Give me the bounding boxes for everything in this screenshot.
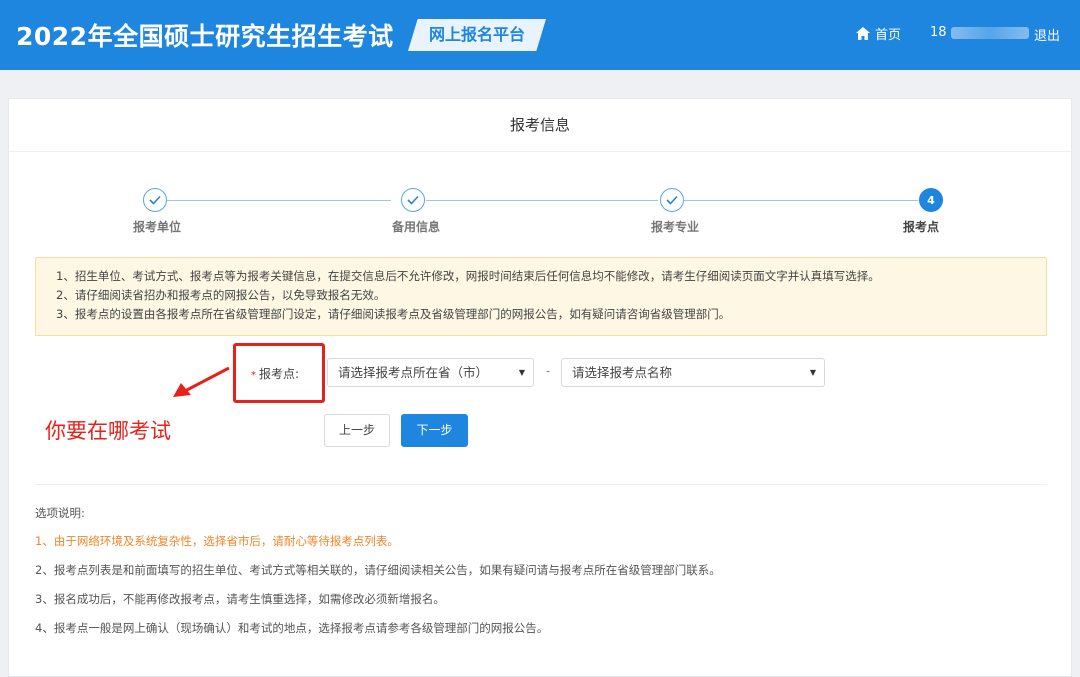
annotation-text: 你要在哪考试 bbox=[45, 419, 171, 443]
step-connector bbox=[426, 200, 658, 201]
user-id-redacted bbox=[950, 26, 1029, 39]
select-separator: - bbox=[546, 364, 551, 378]
site-select[interactable]: 请选择报考点名称 ▼ bbox=[561, 358, 825, 387]
step-2-check-icon bbox=[401, 188, 425, 212]
user-id-prefix: 18 bbox=[930, 25, 947, 40]
step-connector bbox=[684, 200, 918, 201]
registration-card: 报考信息 4 报考单位 备用信息 报考专业 报考点 1、招生单位、考试方式、报考… bbox=[8, 98, 1072, 677]
home-icon bbox=[856, 27, 870, 40]
province-select[interactable]: 请选择报考点所在省（市） ▼ bbox=[327, 358, 534, 387]
step-label-unit: 报考单位 bbox=[132, 220, 181, 234]
option-item: 2、报考点列表是和前面填写的招生单位、考试方式等相关联的，请仔细阅读相关公告，如… bbox=[35, 563, 721, 577]
platform-label: 网上报名平台 bbox=[428, 25, 525, 44]
step-label-major: 报考专业 bbox=[650, 220, 699, 234]
site-field-label: * 报考点: bbox=[251, 365, 299, 382]
logout-link[interactable]: 退出 bbox=[1034, 25, 1060, 44]
section-divider bbox=[35, 484, 1047, 485]
site-select-value: 请选择报考点名称 bbox=[572, 365, 673, 380]
notice-line: 3、报考点的设置由各报考点所在省级管理部门设定，请仔细阅读报考点及省级管理部门的… bbox=[56, 307, 731, 321]
option-item: 1、由于网络环境及系统复杂性，选择省市后，请耐心等待报考点列表。 bbox=[35, 534, 399, 548]
home-link[interactable]: 首页 bbox=[856, 24, 901, 43]
step-label-backup: 备用信息 bbox=[391, 220, 440, 234]
step-label-site: 报考点 bbox=[902, 220, 939, 234]
notice-line: 1、招生单位、考试方式、报考点等为报考关键信息，在提交信息后不允许修改，网报时间… bbox=[56, 269, 880, 283]
platform-badge: 网上报名平台 bbox=[408, 19, 546, 51]
user-account[interactable]: 18 bbox=[930, 25, 1029, 40]
required-mark: * bbox=[251, 370, 256, 381]
caret-down-icon: ▼ bbox=[809, 368, 816, 377]
top-header: 2022年全国硕士研究生招生考试 网上报名平台 首页 18 退出 bbox=[0, 0, 1080, 70]
home-label: 首页 bbox=[875, 28, 902, 43]
card-title: 报考信息 bbox=[9, 99, 1071, 152]
annotation-arrow-icon bbox=[173, 366, 230, 397]
province-select-value: 请选择报考点所在省（市） bbox=[338, 365, 489, 380]
next-step-button[interactable]: 下一步 bbox=[401, 414, 468, 447]
site-label-text: 报考点: bbox=[259, 367, 300, 381]
step-3-check-icon bbox=[660, 188, 684, 212]
prev-step-button[interactable]: 上一步 bbox=[324, 414, 390, 447]
site-title: 2022年全国硕士研究生招生考试 bbox=[16, 22, 394, 51]
step-1-check-icon bbox=[143, 188, 167, 212]
caret-down-icon: ▼ bbox=[518, 368, 525, 377]
step-4-number: 4 bbox=[919, 188, 943, 212]
step-connector bbox=[167, 200, 391, 201]
notice-line: 2、请仔细阅读省招办和报考点的网报公告，以免导致报名无效。 bbox=[56, 288, 386, 302]
options-title: 选项说明: bbox=[35, 506, 85, 520]
option-item: 4、报考点一般是网上确认（现场确认）和考试的地点，选择报考点请参考各级管理部门的… bbox=[35, 621, 549, 635]
option-item: 3、报名成功后，不能再修改报考点，请考生慎重选择，如需修改必须新增报名。 bbox=[35, 592, 445, 606]
notice-box: 1、招生单位、考试方式、报考点等为报考关键信息，在提交信息后不允许修改，网报时间… bbox=[35, 257, 1047, 336]
